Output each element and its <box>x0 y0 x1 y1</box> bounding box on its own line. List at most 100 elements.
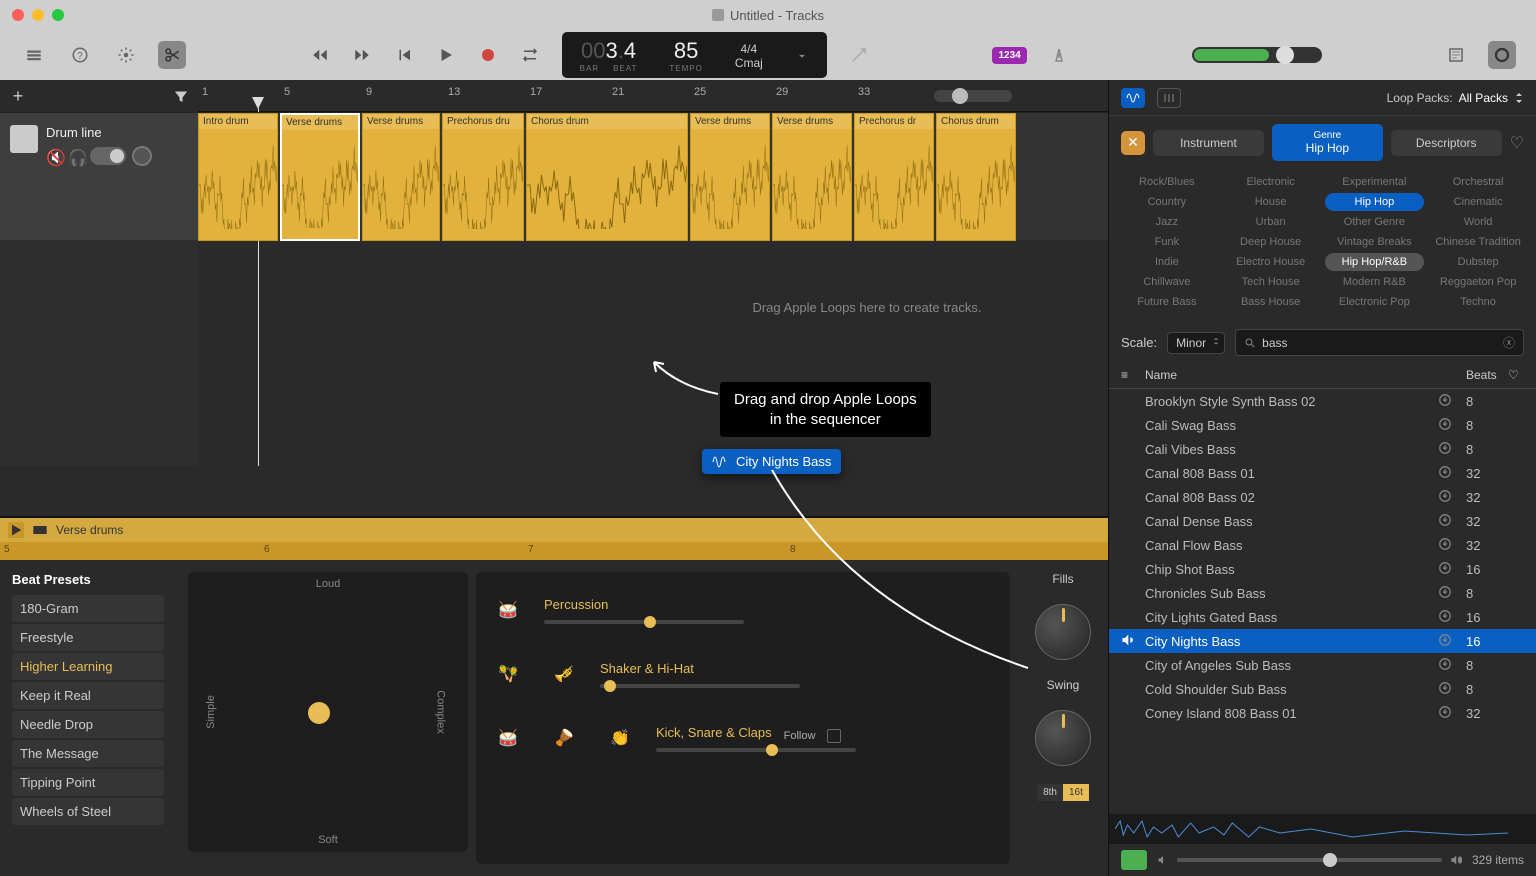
lcd-tempo[interactable]: 85 TEMPO <box>669 40 702 73</box>
genre-item[interactable]: Urban <box>1221 213 1321 231</box>
metronome-icon[interactable] <box>1045 41 1073 69</box>
tab-instrument[interactable]: Instrument <box>1153 130 1264 156</box>
kick-icon[interactable]: 🥁 <box>488 718 528 758</box>
note-pad-button[interactable] <box>1442 41 1470 69</box>
loop-row[interactable]: Canal Flow Bass 32 <box>1109 533 1536 557</box>
go-to-start-button[interactable] <box>390 41 418 69</box>
preset-item[interactable]: Freestyle <box>12 624 164 651</box>
editor-ruler[interactable]: 5 6 7 8 <box>0 542 1108 560</box>
preset-item[interactable]: Keep it Real <box>12 682 164 709</box>
audio-clip[interactable]: Prechorus dr <box>854 113 934 241</box>
genre-item[interactable]: Cinematic <box>1428 193 1528 211</box>
view-mode-icon[interactable]: ≡ <box>1121 368 1145 382</box>
search-clear-icon[interactable]: ⓧ <box>1503 334 1515 351</box>
snare-icon[interactable]: 🪘 <box>544 718 584 758</box>
genre-item[interactable]: Electronic <box>1221 173 1321 191</box>
hihat-icon[interactable]: 🎺 <box>544 654 584 694</box>
genre-item[interactable]: Modern R&B <box>1325 273 1425 291</box>
loop-row[interactable]: City of Angeles Sub Bass 8 <box>1109 653 1536 677</box>
audio-clip[interactable]: Verse drums <box>280 113 360 241</box>
genre-item[interactable]: Hip Hop/R&B <box>1325 253 1425 271</box>
loop-row[interactable]: City Nights Bass 16 <box>1109 629 1536 653</box>
fills-knob[interactable] <box>1035 604 1091 660</box>
claps-icon[interactable]: 👏 <box>600 718 640 758</box>
genre-item[interactable]: Techno <box>1428 293 1528 311</box>
loop-volume-slider[interactable] <box>1157 854 1462 866</box>
preset-item[interactable]: Higher Learning <box>12 653 164 680</box>
genre-item[interactable]: Orchestral <box>1428 173 1528 191</box>
loop-wave-view-button[interactable] <box>1121 88 1145 108</box>
genre-item[interactable]: Chinese Tradition <box>1428 233 1528 251</box>
swing-knob[interactable] <box>1035 710 1091 766</box>
lcd-display[interactable]: 003.4 BARBEAT 85 TEMPO 4/4 Cmaj <box>562 32 827 78</box>
genre-item[interactable]: Electro House <box>1221 253 1321 271</box>
genre-item[interactable]: Other Genre <box>1325 213 1425 231</box>
kick-slider[interactable] <box>656 748 856 752</box>
loop-reset-button[interactable]: ✕ <box>1121 131 1145 155</box>
track-pan-knob[interactable] <box>132 146 152 166</box>
loop-row[interactable]: Canal 808 Bass 01 32 <box>1109 461 1536 485</box>
audio-clip[interactable]: Verse drums <box>772 113 852 241</box>
follow-checkbox[interactable] <box>827 729 841 743</box>
loop-row[interactable]: Canal Dense Bass 32 <box>1109 509 1536 533</box>
library-button[interactable] <box>20 41 48 69</box>
favorites-icon[interactable]: ♡ <box>1510 133 1524 153</box>
genre-item[interactable]: Vintage Breaks <box>1325 233 1425 251</box>
mute-icon[interactable]: 🔇 <box>46 148 62 164</box>
audio-clip[interactable]: Prechorus dru <box>442 113 524 241</box>
audio-clip[interactable]: Chorus drum <box>936 113 1016 241</box>
loop-speaker-button[interactable] <box>1121 850 1147 870</box>
editor-play-icon[interactable] <box>8 522 24 538</box>
genre-item[interactable]: Tech House <box>1221 273 1321 291</box>
genre-item[interactable]: Indie <box>1117 253 1217 271</box>
loop-row[interactable]: Cold Shoulder Sub Bass 8 <box>1109 677 1536 701</box>
genre-item[interactable]: House <box>1221 193 1321 211</box>
loop-row[interactable]: Cali Vibes Bass 8 <box>1109 437 1536 461</box>
play-button[interactable] <box>432 41 460 69</box>
xy-pad-handle[interactable] <box>308 702 330 724</box>
genre-item[interactable]: Reggaeton Pop <box>1428 273 1528 291</box>
genre-item[interactable]: World <box>1428 213 1528 231</box>
loop-row[interactable]: Chip Shot Bass 16 <box>1109 557 1536 581</box>
genre-item[interactable]: Bass House <box>1221 293 1321 311</box>
loop-row[interactable]: Chronicles Sub Bass 8 <box>1109 581 1536 605</box>
heart-icon[interactable]: ♡ <box>1508 368 1524 382</box>
audio-clip[interactable]: Intro drum <box>198 113 278 241</box>
genre-item[interactable]: Electronic Pop <box>1325 293 1425 311</box>
audio-clip[interactable]: Verse drums <box>690 113 770 241</box>
genre-item[interactable]: Dubstep <box>1428 253 1528 271</box>
swing-resolution-toggle[interactable]: 8th16t <box>1037 784 1089 801</box>
genre-item[interactable]: Jazz <box>1117 213 1217 231</box>
close-window[interactable] <box>12 9 24 21</box>
loop-packs-selector[interactable]: Loop Packs: All Packs <box>1387 91 1524 105</box>
tab-descriptors[interactable]: Descriptors <box>1391 130 1502 156</box>
editor-region-icon[interactable] <box>32 522 48 538</box>
preset-item[interactable]: The Message <box>12 740 164 767</box>
minimize-window[interactable] <box>32 9 44 21</box>
audio-clip[interactable]: Chorus drum <box>526 113 688 241</box>
loop-preview-waveform[interactable] <box>1109 814 1536 844</box>
hihat-slider[interactable] <box>600 684 800 688</box>
count-in-badge[interactable]: 1234 <box>992 47 1026 64</box>
tuning-icon[interactable] <box>845 41 873 69</box>
headphones-icon[interactable]: 🎧 <box>68 148 84 164</box>
loop-row[interactable]: Coney Island 808 Bass 01 32 <box>1109 701 1536 725</box>
genre-item[interactable]: Hip Hop <box>1325 193 1425 211</box>
loop-row[interactable]: Canal 808 Bass 02 32 <box>1109 485 1536 509</box>
preset-item[interactable]: Tipping Point <box>12 769 164 796</box>
preset-item[interactable]: Wheels of Steel <box>12 798 164 825</box>
track-header[interactable]: Drum line 🔇 🎧 <box>0 112 198 240</box>
shaker-icon[interactable]: 🪇 <box>488 654 528 694</box>
add-track-button[interactable]: + <box>8 86 28 106</box>
rewind-button[interactable] <box>306 41 334 69</box>
scissors-button[interactable] <box>158 41 186 69</box>
loop-search[interactable]: ⓧ <box>1235 329 1524 356</box>
scale-select[interactable]: Minor <box>1167 332 1225 354</box>
preset-item[interactable]: 180-Gram <box>12 595 164 622</box>
forward-button[interactable] <box>348 41 376 69</box>
loop-row[interactable]: City Lights Gated Bass 16 <box>1109 605 1536 629</box>
loop-list[interactable]: Brooklyn Style Synth Bass 02 8 Cali Swag… <box>1109 389 1536 814</box>
tab-genre[interactable]: Genre Hip Hop <box>1272 124 1383 161</box>
lcd-chevron-down-icon[interactable] <box>795 42 809 70</box>
xy-pad[interactable]: Loud Soft Simple Complex <box>188 572 468 852</box>
